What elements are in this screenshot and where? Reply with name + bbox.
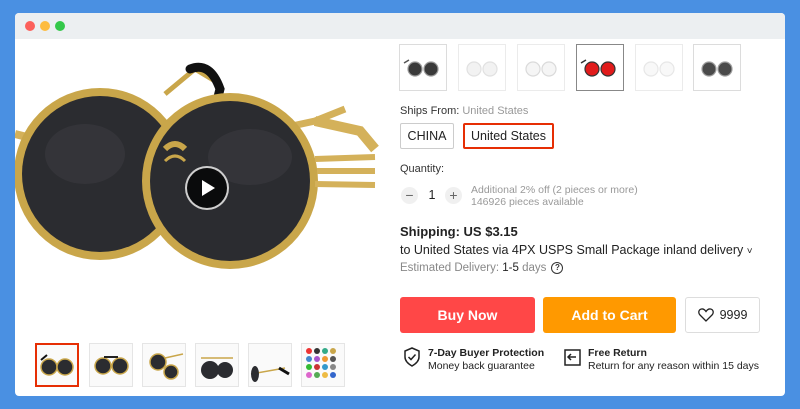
quantity-decrease-button[interactable]: − <box>401 187 418 204</box>
variant-option-4[interactable] <box>576 44 624 91</box>
delivery-days: 1-5 <box>502 262 519 274</box>
thumbnail-3[interactable] <box>142 343 186 387</box>
browser-window: Ships From: United States CHINA United S… <box>15 13 785 396</box>
buy-now-button[interactable]: Buy Now <box>400 297 535 333</box>
add-to-cart-button[interactable]: Add to Cart <box>543 297 676 333</box>
shipping-method-text: to United States via 4PX USPS Small Pack… <box>400 243 744 257</box>
ships-from-value: United States <box>462 105 529 117</box>
variant-option-6[interactable] <box>693 44 741 91</box>
delivery-label: Estimated Delivery: <box>400 262 500 274</box>
estimated-delivery: Estimated Delivery: 1-5 days ? <box>400 262 564 274</box>
play-icon <box>202 180 215 196</box>
sunglasses-front-icon <box>40 354 74 376</box>
sunglasses-angle-icon <box>94 356 129 375</box>
buyer-protection: 7-Day Buyer Protection Money back guaran… <box>402 347 544 373</box>
free-return-subtitle: Return for any reason within 15 days <box>588 360 760 372</box>
close-window-button[interactable] <box>25 21 35 31</box>
quantity-note: Additional 2% off (2 pieces or more) 146… <box>471 184 638 208</box>
thumbnail-5[interactable] <box>248 343 292 387</box>
shipping-method-selector[interactable]: to United States via 4PX USPS Small Pack… <box>400 243 753 257</box>
sunglasses-silver-icon <box>525 61 557 77</box>
help-icon[interactable]: ? <box>551 262 564 274</box>
stock-available-note: 146926 pieces available <box>471 196 584 208</box>
add-to-cart-label: Add to Cart <box>571 307 648 323</box>
ships-from-title: Ships From: <box>400 105 460 117</box>
shipping-cost: Shipping: US $3.15 <box>400 224 518 239</box>
thumbnail-1[interactable] <box>35 343 79 387</box>
sunglasses-dark-icon <box>701 61 733 77</box>
sunglasses-side-icon <box>149 353 184 380</box>
return-arrow-icon <box>564 349 581 366</box>
delivery-unit: days <box>522 262 547 274</box>
free-return-title: Free Return <box>588 347 647 359</box>
thumbnail-2[interactable] <box>89 343 133 387</box>
thumbnail-4[interactable] <box>195 343 239 387</box>
variant-option-2[interactable] <box>458 44 506 91</box>
main-product-image[interactable] <box>15 39 383 344</box>
minimize-window-button[interactable] <box>40 21 50 31</box>
chevron-down-icon: ˅ <box>746 246 753 257</box>
sunglasses-white-icon <box>643 61 675 77</box>
ships-from-china-option[interactable]: CHINA <box>400 123 454 149</box>
title-bar <box>15 13 785 39</box>
color-swatch-grid-icon <box>306 348 336 378</box>
variant-option-5[interactable] <box>635 44 683 91</box>
bulk-discount-note: Additional 2% off (2 pieces or more) <box>471 184 638 196</box>
variant-option-3[interactable] <box>517 44 565 91</box>
ships-from-label: Ships From: United States <box>400 105 528 117</box>
sunglasses-profile-icon <box>250 366 290 382</box>
wishlist-button[interactable]: 9999 <box>685 297 760 333</box>
thumbnail-6[interactable] <box>301 343 345 387</box>
quantity-increase-button[interactable]: + <box>445 187 462 204</box>
variant-option-1[interactable] <box>399 44 447 91</box>
sunglasses-gray-icon <box>403 59 439 77</box>
wishlist-count: 9999 <box>719 308 748 322</box>
buyer-protection-subtitle: Money back guarantee <box>428 360 535 372</box>
quantity-value[interactable]: 1 <box>425 187 439 204</box>
sunglasses-folded-icon <box>201 357 233 379</box>
shield-check-icon <box>404 347 420 367</box>
zoom-window-button[interactable] <box>55 21 65 31</box>
sunglasses-red-icon <box>580 59 616 77</box>
ships-from-us-option[interactable]: United States <box>463 123 554 149</box>
sunglasses-clear-icon <box>466 61 498 77</box>
ships-from-us-label: United States <box>470 129 547 143</box>
buyer-protection-title: 7-Day Buyer Protection <box>428 347 545 359</box>
ships-from-china-label: CHINA <box>407 129 447 143</box>
buy-now-label: Buy Now <box>437 307 498 323</box>
quantity-label: Quantity: <box>400 163 445 175</box>
free-return: Free Return Return for any reason within… <box>562 347 759 373</box>
heart-icon <box>697 308 714 322</box>
play-video-button[interactable] <box>185 166 229 210</box>
